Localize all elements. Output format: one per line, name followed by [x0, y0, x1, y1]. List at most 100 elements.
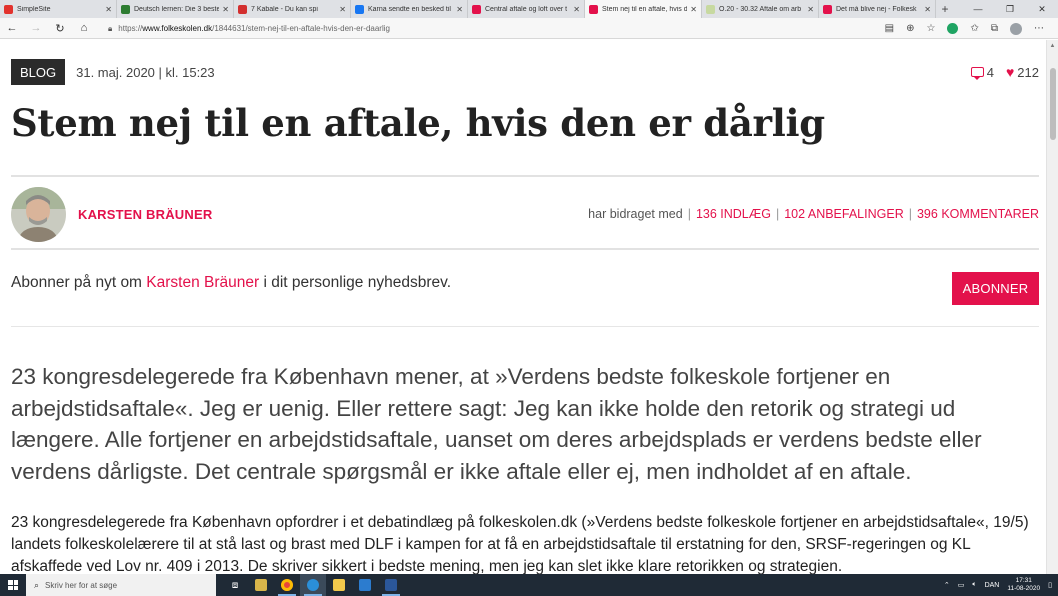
browser-tab[interactable]: SimpleSite ✕: [0, 0, 117, 18]
comments-count-link[interactable]: 396 KOMMENTARER: [917, 207, 1039, 221]
tray-chevron-icon[interactable]: ⌃: [944, 581, 950, 589]
tab-title: SimpleSite: [17, 5, 51, 13]
tab-favicon-icon: [238, 4, 247, 14]
search-icon: ⌕: [34, 579, 40, 590]
profile-avatar-icon[interactable]: [1010, 22, 1022, 35]
author-name-link[interactable]: KARSTEN BRÄUNER: [78, 207, 212, 222]
favorite-star-icon[interactable]: ☆: [927, 23, 936, 34]
system-tray: ⌃ ▭ 🔈︎ DAN 17:31 11-08-2020 ▯: [944, 574, 1052, 596]
notifications-icon[interactable]: ▯: [1048, 581, 1052, 589]
taskbar: ⌕ Skriv her for at søge ⧈ ⌃ ▭ 🔈︎ DAN 17:…: [0, 574, 1058, 596]
tab-close-icon[interactable]: ✕: [690, 5, 697, 14]
language-indicator[interactable]: DAN: [985, 582, 1000, 589]
recommendations-link[interactable]: 102 ANBEFALINGER: [784, 207, 904, 221]
task-view-icon[interactable]: ⧈: [222, 574, 248, 596]
close-window-icon[interactable]: ✕: [1026, 0, 1058, 18]
browser-tab[interactable]: O.20 - 30.32 Aftale om arb ✕: [702, 0, 819, 18]
zoom-icon[interactable]: ⊕: [906, 23, 914, 34]
chrome-icon[interactable]: [274, 574, 300, 596]
window-controls: — ❐ ✕: [962, 0, 1058, 18]
browser-tab-strip: SimpleSite ✕ Deutsch lernen: Die 3 beste ✕ 7…: [0, 0, 1058, 18]
clock[interactable]: 17:31 11-08-2020: [1007, 577, 1040, 593]
taskbar-search[interactable]: ⌕ Skriv her for at søge: [26, 574, 216, 596]
page-scrollbar[interactable]: ▲: [1046, 40, 1058, 574]
tab-favicon-icon: [589, 4, 598, 14]
blog-badge[interactable]: BLOG: [11, 59, 66, 85]
collections-icon[interactable]: ⧉: [991, 23, 998, 34]
url-field[interactable]: 🔒︎ https://www.folkeskolen.dk/1844631/st…: [108, 18, 390, 39]
comment-count: 4: [986, 64, 994, 80]
comment-icon: [970, 67, 984, 80]
article-counts: 4 ♥ 212: [970, 59, 1039, 85]
tab-favicon-icon: [121, 4, 130, 14]
edge-icon[interactable]: [300, 574, 326, 596]
posts-link[interactable]: 136 INDLÆG: [696, 207, 771, 221]
file-explorer-icon[interactable]: [326, 574, 352, 596]
tab-close-icon[interactable]: ✕: [924, 5, 931, 14]
contrib-label: har bidraget med: [588, 207, 683, 221]
browser-tab[interactable]: Deutsch lernen: Die 3 beste ✕: [117, 0, 234, 18]
article-lead: 23 kongresdelegerede fra København mener…: [11, 364, 982, 484]
browser-tab[interactable]: Central aftale og loft over t ✕: [468, 0, 585, 18]
favorites-list-icon[interactable]: ✩: [970, 23, 978, 34]
tab-close-icon[interactable]: ✕: [807, 5, 814, 14]
maximize-icon[interactable]: ❐: [994, 0, 1026, 18]
scrollbar-thumb[interactable]: [1050, 68, 1056, 140]
subscribe-button[interactable]: ABONNER: [952, 272, 1039, 305]
back-icon[interactable]: ←: [0, 18, 24, 39]
minimize-icon[interactable]: —: [962, 0, 994, 18]
reload-icon[interactable]: ↻: [48, 18, 72, 39]
word-icon[interactable]: [378, 574, 404, 596]
subscribe-text: Abonner på nyt om Karsten Bräuner i dit …: [11, 274, 451, 292]
browser-tab[interactable]: Stem nej til en aftale, hvis d ✕: [585, 0, 702, 18]
tab-title: Karna sendte en besked til: [368, 5, 451, 13]
divider: [11, 326, 1039, 327]
likes-link[interactable]: ♥ 212: [1006, 64, 1039, 80]
tab-close-icon[interactable]: ✕: [456, 5, 463, 14]
browser-tab[interactable]: Det må blive nej - Folkesk ✕: [819, 0, 936, 18]
taskbar-search-placeholder: Skriv her for at søge: [45, 580, 118, 590]
tab-close-icon[interactable]: ✕: [339, 5, 346, 14]
browser-tab[interactable]: Karna sendte en besked til ✕: [351, 0, 468, 18]
url-host: www.folkeskolen.dk: [142, 24, 213, 33]
subscribe-prefix: Abonner på nyt om: [11, 274, 147, 291]
tab-title: Central aftale og loft over t: [485, 5, 568, 13]
divider: [11, 248, 1039, 250]
lock-icon: 🔒︎: [108, 23, 113, 33]
like-count: 212: [1017, 64, 1039, 80]
tab-close-icon[interactable]: ✕: [222, 5, 229, 14]
clock-date: 11-08-2020: [1007, 585, 1041, 592]
home-icon[interactable]: ⌂: [72, 18, 96, 39]
network-icon[interactable]: ▭: [958, 581, 965, 589]
tab-close-icon[interactable]: ✕: [105, 5, 112, 14]
article-page: BLOG 31. maj. 2020 | kl. 15:23 4 ♥ 212 S…: [0, 40, 1046, 574]
tab-title: Deutsch lernen: Die 3 beste: [134, 5, 220, 13]
tab-title: O.20 - 30.32 Aftale om arb: [719, 5, 802, 13]
url-path: /1844631/stem-nej-til-en-aftale-hvis-den…: [212, 24, 390, 33]
forward-icon[interactable]: →: [24, 18, 48, 39]
store-icon[interactable]: [248, 574, 274, 596]
reader-mode-icon[interactable]: ▤: [885, 23, 894, 34]
tab-close-icon[interactable]: ✕: [573, 5, 580, 14]
new-tab-icon[interactable]: +: [936, 0, 954, 18]
article-meta: BLOG 31. maj. 2020 | kl. 15:23: [11, 59, 215, 85]
author-contributions: har bidraget med | 136 INDLÆG | 102 ANBE…: [588, 185, 1039, 243]
toolbar-right: ▤ ⊕ ☆ ✩ ⧉ ⋯: [885, 18, 1044, 39]
comments-link[interactable]: 4: [970, 64, 994, 80]
author-avatar[interactable]: [11, 186, 66, 242]
tab-favicon-icon: [823, 4, 832, 14]
scroll-up-icon[interactable]: ▲: [1047, 40, 1058, 52]
article-title: Stem nej til en aftale, hvis den er dårl…: [11, 101, 825, 145]
subscribe-suffix: i dit personlige nyhedsbrev.: [259, 274, 452, 291]
browser-tab[interactable]: 7 Kabale - Du kan spi ✕: [234, 0, 351, 18]
subscribe-author-link[interactable]: Karsten Bräuner: [146, 274, 259, 291]
article-body: 23 kongresdelegerede fra København opfor…: [11, 514, 1029, 574]
url-prefix: https://: [118, 24, 143, 33]
volume-icon[interactable]: 🔈︎: [972, 581, 976, 589]
clock-time: 17:31: [1015, 577, 1032, 584]
more-menu-icon[interactable]: ⋯: [1034, 23, 1044, 34]
extension-icon[interactable]: [947, 23, 959, 34]
mail-icon[interactable]: [352, 574, 378, 596]
start-button[interactable]: [0, 574, 26, 596]
tab-favicon-icon: [355, 4, 364, 14]
